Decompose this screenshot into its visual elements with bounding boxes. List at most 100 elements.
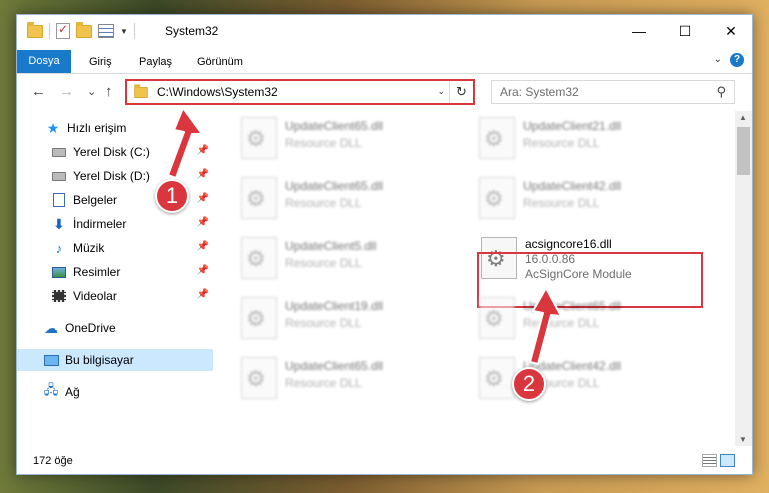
- status-bar: 172 öğe: [17, 448, 752, 474]
- pin-icon[interactable]: 📌: [197, 217, 209, 228]
- tab-home[interactable]: Giriş: [83, 52, 118, 74]
- file-name: UpdateClient65.dll: [285, 119, 384, 133]
- dll-file-icon: [241, 237, 277, 279]
- file-name: acsigncore16.dll: [525, 237, 612, 251]
- sidebar-item-label: Belgeler: [73, 193, 118, 207]
- divider: [49, 23, 50, 39]
- file-item[interactable]: UpdateClient65.dll Resource DLL: [479, 297, 709, 349]
- properties-check-icon[interactable]: [56, 22, 70, 39]
- dll-file-icon: [479, 177, 515, 219]
- address-path[interactable]: C:\Windows\System32: [157, 85, 278, 99]
- sidebar-item-this-pc[interactable]: Bu bilgisayar: [17, 349, 213, 371]
- tab-share[interactable]: Paylaş: [133, 52, 178, 74]
- sidebar-item-quick-access[interactable]: ★ Hızlı erişim: [45, 117, 241, 139]
- forward-button[interactable]: →: [59, 83, 74, 100]
- sidebar-item-label: Yerel Disk (C:): [73, 145, 150, 159]
- window-title: System32: [165, 24, 219, 38]
- file-type: Resource DLL: [523, 196, 600, 210]
- dll-file-icon: [241, 177, 277, 219]
- sidebar-item-local-disk-c[interactable]: Yerel Disk (C:) 📌: [17, 141, 213, 163]
- pin-icon[interactable]: 📌: [197, 145, 209, 156]
- cloud-icon: ☁: [44, 319, 58, 336]
- pin-icon[interactable]: 📌: [197, 193, 209, 204]
- sidebar-item-network[interactable]: 🖧 Ağ: [17, 381, 213, 403]
- scroll-down-icon[interactable]: ▼: [739, 435, 747, 444]
- file-type: Resource DLL: [285, 376, 362, 390]
- pin-icon[interactable]: 📌: [197, 241, 209, 252]
- qat-dropdown-icon[interactable]: ▼: [120, 27, 128, 36]
- chevron-down-icon[interactable]: ⌄: [437, 86, 445, 97]
- tiles-view-icon[interactable]: [720, 454, 735, 467]
- refresh-button[interactable]: ↻: [449, 81, 473, 103]
- pin-icon[interactable]: 📌: [197, 169, 209, 180]
- sidebar-item-music[interactable]: ♪ Müzik 📌: [17, 237, 213, 259]
- file-name: UpdateClient5.dll: [285, 239, 377, 253]
- computer-icon: [43, 353, 59, 367]
- file-name: UpdateClient65.dll: [285, 179, 384, 193]
- sidebar-item-pictures[interactable]: Resimler 📌: [17, 261, 213, 283]
- new-folder-icon[interactable]: [76, 21, 92, 38]
- file-item[interactable]: UpdateClient65.dll Resource DLL: [241, 357, 471, 409]
- dll-file-icon: [241, 357, 277, 399]
- star-icon: ★: [46, 119, 60, 136]
- quick-access-toolbar: ▼: [27, 21, 135, 39]
- file-name: UpdateClient65.dll: [285, 359, 384, 373]
- file-name: UpdateClient42.dll: [523, 179, 622, 193]
- file-type: Resource DLL: [285, 196, 362, 210]
- step-badge-1: 1: [155, 179, 189, 213]
- folder-icon: [134, 83, 148, 98]
- file-item[interactable]: UpdateClient5.dll Resource DLL: [241, 237, 471, 289]
- file-type: Resource DLL: [285, 136, 362, 150]
- file-item[interactable]: UpdateClient65.dll Resource DLL: [241, 177, 471, 229]
- music-icon: ♪: [55, 240, 63, 256]
- minimize-button[interactable]: —: [616, 15, 662, 47]
- file-type: Resource DLL: [285, 316, 362, 330]
- pin-icon[interactable]: 📌: [197, 265, 209, 276]
- close-button[interactable]: ✕: [708, 15, 754, 47]
- sidebar-item-videos[interactable]: Videolar 📌: [17, 285, 213, 307]
- sidebar-item-label: Videolar: [73, 289, 117, 303]
- pin-icon[interactable]: 📌: [197, 289, 209, 300]
- sidebar-item-label: Bu bilgisayar: [65, 353, 134, 367]
- dll-file-icon: [479, 297, 515, 339]
- tab-file[interactable]: Dosya: [17, 50, 71, 73]
- folder-icon: [27, 21, 43, 38]
- search-box[interactable]: Ara: System32 ⚲: [491, 80, 735, 104]
- navigation-bar: ← → ⌄ ↑ C:\Windows\System32 ⌄ ↻ Ara: Sys…: [17, 75, 752, 109]
- file-name: UpdateClient65.dll: [523, 299, 622, 313]
- file-item[interactable]: UpdateClient21.dll Resource DLL: [479, 117, 709, 169]
- file-item[interactable]: UpdateClient65.dll Resource DLL: [241, 117, 471, 169]
- maximize-button[interactable]: ☐: [662, 15, 708, 47]
- up-button[interactable]: ↑: [105, 83, 113, 100]
- sidebar-item-downloads[interactable]: ⬇ İndirmeler 📌: [17, 213, 213, 235]
- sidebar-item-label: Yerel Disk (D:): [73, 169, 150, 183]
- vertical-scrollbar[interactable]: ▲ ▼: [735, 111, 752, 446]
- search-icon[interactable]: ⚲: [716, 84, 726, 100]
- scroll-thumb[interactable]: [737, 127, 750, 175]
- recent-locations-button[interactable]: ⌄: [87, 85, 96, 98]
- file-type: Resource DLL: [523, 136, 600, 150]
- sidebar-item-onedrive[interactable]: ☁ OneDrive: [17, 317, 213, 339]
- back-button[interactable]: ←: [31, 83, 46, 100]
- drive-icon: [51, 145, 67, 159]
- scroll-up-icon[interactable]: ▲: [739, 113, 747, 122]
- expand-ribbon-icon[interactable]: ⌄: [714, 54, 722, 65]
- step-badge-2: 2: [512, 367, 546, 401]
- view-properties-icon[interactable]: [98, 24, 114, 38]
- help-icon[interactable]: ?: [730, 53, 744, 67]
- tab-view[interactable]: Görünüm: [191, 52, 249, 74]
- address-bar[interactable]: C:\Windows\System32 ⌄ ↻: [125, 79, 475, 105]
- sidebar-item-label: Müzik: [73, 241, 105, 255]
- network-icon: 🖧: [43, 382, 59, 397]
- details-view-icon[interactable]: [702, 454, 717, 467]
- sidebar-item-label: OneDrive: [65, 321, 116, 335]
- file-name: UpdateClient19.dll: [285, 299, 384, 313]
- sidebar-item-label: İndirmeler: [73, 217, 127, 231]
- file-type: Resource DLL: [523, 316, 600, 330]
- file-item[interactable]: UpdateClient19.dll Resource DLL: [241, 297, 471, 349]
- file-item[interactable]: UpdateClient42.dll Resource DLL: [479, 177, 709, 229]
- dll-file-icon: [479, 357, 515, 399]
- dll-file-icon: [241, 297, 277, 339]
- search-input[interactable]: Ara: System32: [500, 85, 716, 99]
- divider: [133, 23, 135, 39]
